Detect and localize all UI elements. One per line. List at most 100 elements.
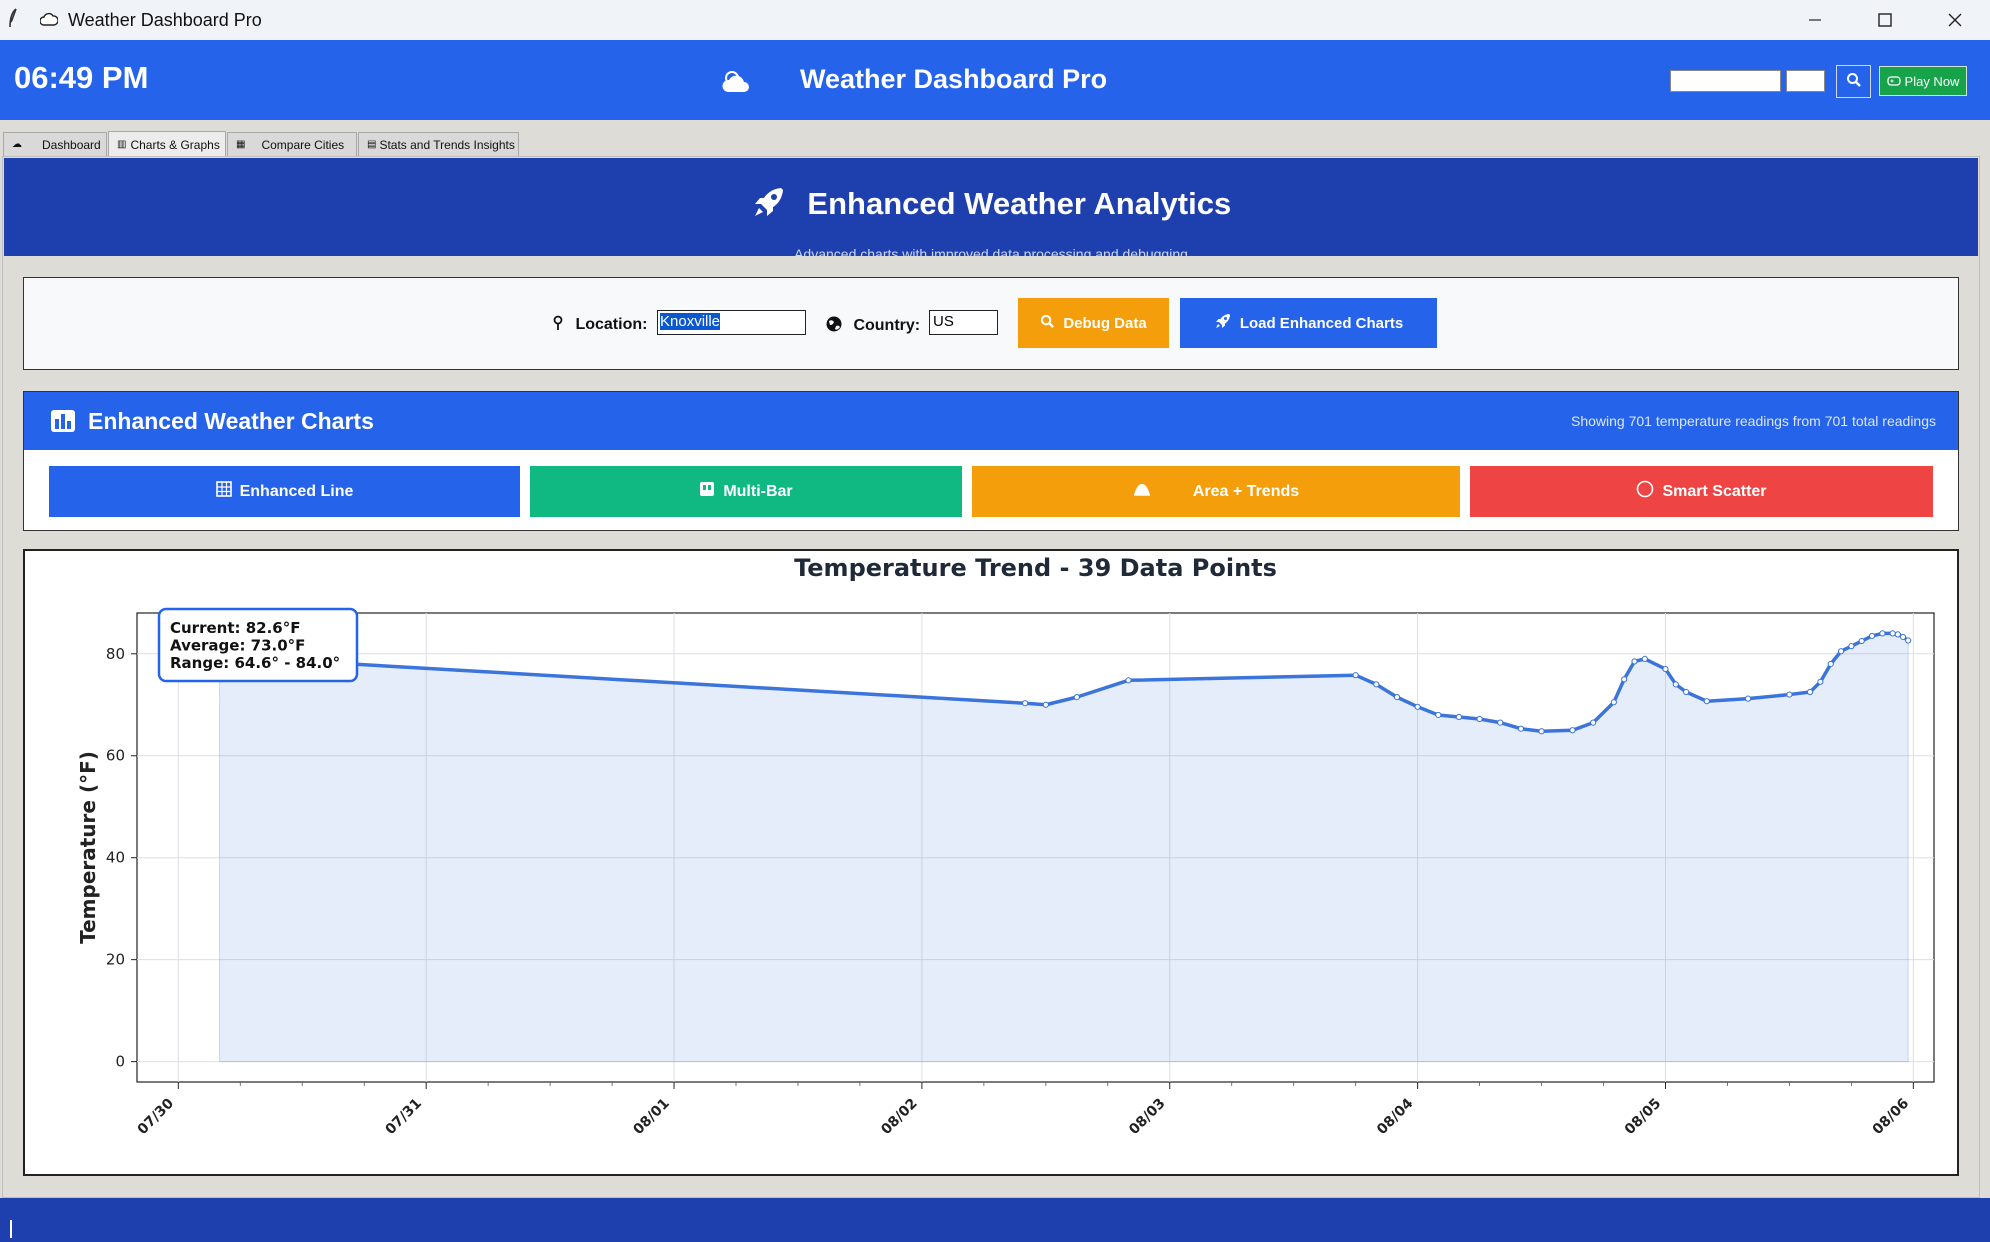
data-point bbox=[1837, 648, 1845, 655]
data-point bbox=[1662, 665, 1669, 673]
data-point bbox=[1817, 678, 1824, 685]
text-caret bbox=[10, 1220, 12, 1238]
tab-label: Compare Cities bbox=[261, 137, 345, 152]
cloud-icon: ☁ bbox=[12, 139, 22, 150]
data-point bbox=[1827, 660, 1834, 668]
window-title: Weather Dashboard Pro bbox=[68, 9, 262, 30]
annotation-range: Range: 64.6° - 84.0° bbox=[170, 654, 340, 672]
data-point bbox=[1703, 698, 1710, 705]
data-point bbox=[1879, 630, 1886, 637]
country-input[interactable]: US bbox=[929, 310, 998, 335]
area-trends-button[interactable]: Area + Trends bbox=[972, 466, 1460, 517]
enhanced-line-button[interactable]: Enhanced Line bbox=[49, 466, 520, 517]
circle-icon bbox=[1636, 480, 1654, 503]
load-enhanced-charts-button[interactable]: Load Enhanced Charts bbox=[1180, 298, 1437, 348]
search-button[interactable] bbox=[1836, 65, 1871, 98]
header-city-input[interactable]: Knoxville bbox=[1670, 70, 1781, 92]
x-tick-label: 07/31 bbox=[383, 1096, 425, 1138]
temperature-chart: Temperature Trend - 39 Data Points 07/30 0… bbox=[76, 554, 1935, 1138]
debug-data-button[interactable]: Debug Data bbox=[1018, 298, 1169, 348]
data-point bbox=[1455, 713, 1463, 721]
data-point bbox=[1476, 715, 1483, 723]
tab-compare-cities[interactable]: ▦ Compare Cities bbox=[227, 132, 357, 156]
country-label-row: Country: bbox=[825, 315, 920, 335]
area-trends-label: Area + Trends bbox=[1192, 482, 1300, 500]
search-icon bbox=[1040, 314, 1055, 333]
maximize-button[interactable] bbox=[1850, 0, 1920, 40]
data-point bbox=[1393, 694, 1401, 701]
minimize-button[interactable] bbox=[1780, 0, 1850, 40]
data-point bbox=[1435, 711, 1442, 719]
data-point bbox=[1641, 655, 1648, 662]
enhanced-line-label: Enhanced Line bbox=[239, 482, 354, 500]
tab-label: Charts & Graphs bbox=[130, 137, 220, 152]
data-point bbox=[1373, 681, 1380, 688]
play-now-label: Play Now bbox=[1904, 73, 1960, 89]
location-label-row: Location: bbox=[551, 315, 647, 334]
tab-charts-graphs[interactable]: ▥ Charts & Graphs bbox=[108, 131, 226, 157]
rocket-icon bbox=[751, 186, 808, 221]
data-point bbox=[1786, 691, 1793, 698]
location-input[interactable]: Knoxville bbox=[657, 310, 806, 335]
charts-panel-header: Enhanced Weather Charts Showing 701 temp… bbox=[24, 392, 1958, 450]
pin-icon bbox=[551, 315, 575, 333]
multi-bar-label: Multi-Bar bbox=[723, 482, 793, 500]
data-point bbox=[1352, 672, 1359, 679]
window-titlebar: Weather Dashboard Pro bbox=[0, 0, 1990, 40]
gamepad-icon bbox=[1886, 74, 1901, 89]
grid-icon bbox=[215, 481, 232, 502]
data-point bbox=[1517, 725, 1524, 732]
y-tick-label: 0 bbox=[115, 1053, 125, 1071]
data-point bbox=[1745, 695, 1752, 702]
bar-box-icon bbox=[699, 481, 715, 502]
data-point bbox=[1497, 719, 1504, 726]
data-point bbox=[1610, 699, 1617, 706]
data-point bbox=[1806, 688, 1814, 696]
data-point bbox=[1672, 681, 1679, 688]
chart-icon: ▥ bbox=[117, 139, 127, 150]
bottom-status-strip bbox=[0, 1198, 1990, 1242]
x-tick-label: 08/03 bbox=[1126, 1096, 1168, 1138]
y-tick-label: 40 bbox=[106, 849, 125, 867]
tab-label: Stats and Trends Insights bbox=[379, 137, 515, 152]
x-tick-label: 08/06 bbox=[1870, 1096, 1912, 1138]
area-icon bbox=[1133, 482, 1151, 501]
data-point bbox=[1042, 701, 1049, 708]
y-tick-label: 60 bbox=[106, 747, 125, 765]
data-point bbox=[1414, 703, 1421, 710]
banner-title-row: Enhanced Weather Analytics bbox=[4, 184, 1978, 222]
annotation-average: Average: 73.0°F bbox=[170, 637, 305, 655]
play-now-button[interactable]: Play Now bbox=[1879, 66, 1967, 96]
multi-bar-button[interactable]: Multi-Bar bbox=[530, 466, 962, 517]
header-country-input[interactable]: US bbox=[1786, 70, 1825, 92]
annotation-current: Current: 82.6°F bbox=[170, 619, 300, 637]
data-point bbox=[1868, 632, 1876, 640]
tab-dashboard[interactable]: ☁ Dashboard bbox=[3, 132, 107, 156]
data-point bbox=[1848, 643, 1855, 650]
city-icon: ▦ bbox=[236, 139, 246, 150]
data-point bbox=[1538, 728, 1545, 735]
data-point bbox=[1889, 630, 1896, 637]
chart-title: Temperature Trend - 39 Data Points bbox=[794, 554, 1277, 582]
data-point bbox=[1073, 694, 1080, 701]
analytics-banner: Enhanced Weather Analytics Advanced char… bbox=[4, 158, 1978, 256]
debug-data-label: Debug Data bbox=[1063, 314, 1147, 332]
banner-title: Enhanced Weather Analytics bbox=[807, 186, 1232, 221]
y-tick-label: 80 bbox=[106, 645, 125, 663]
data-point bbox=[1631, 658, 1638, 665]
smart-scatter-button[interactable]: Smart Scatter bbox=[1470, 466, 1933, 517]
y-tick-label: 20 bbox=[106, 951, 125, 969]
data-point bbox=[1125, 677, 1132, 684]
search-icon bbox=[1846, 72, 1862, 92]
data-point bbox=[1590, 719, 1597, 726]
tab-stats-trends[interactable]: ▤ Stats and Trends Insights bbox=[358, 132, 519, 156]
location-label: Location: bbox=[575, 316, 648, 333]
data-point bbox=[1894, 631, 1901, 638]
x-tick-label: 07/30 bbox=[135, 1095, 178, 1138]
country-label: Country: bbox=[853, 317, 921, 334]
banner-subtitle: Advanced charts with improved data proce… bbox=[794, 246, 1188, 256]
data-point bbox=[1683, 688, 1690, 696]
close-button[interactable] bbox=[1920, 0, 1990, 40]
data-point bbox=[1621, 676, 1628, 683]
data-point bbox=[1858, 637, 1865, 645]
